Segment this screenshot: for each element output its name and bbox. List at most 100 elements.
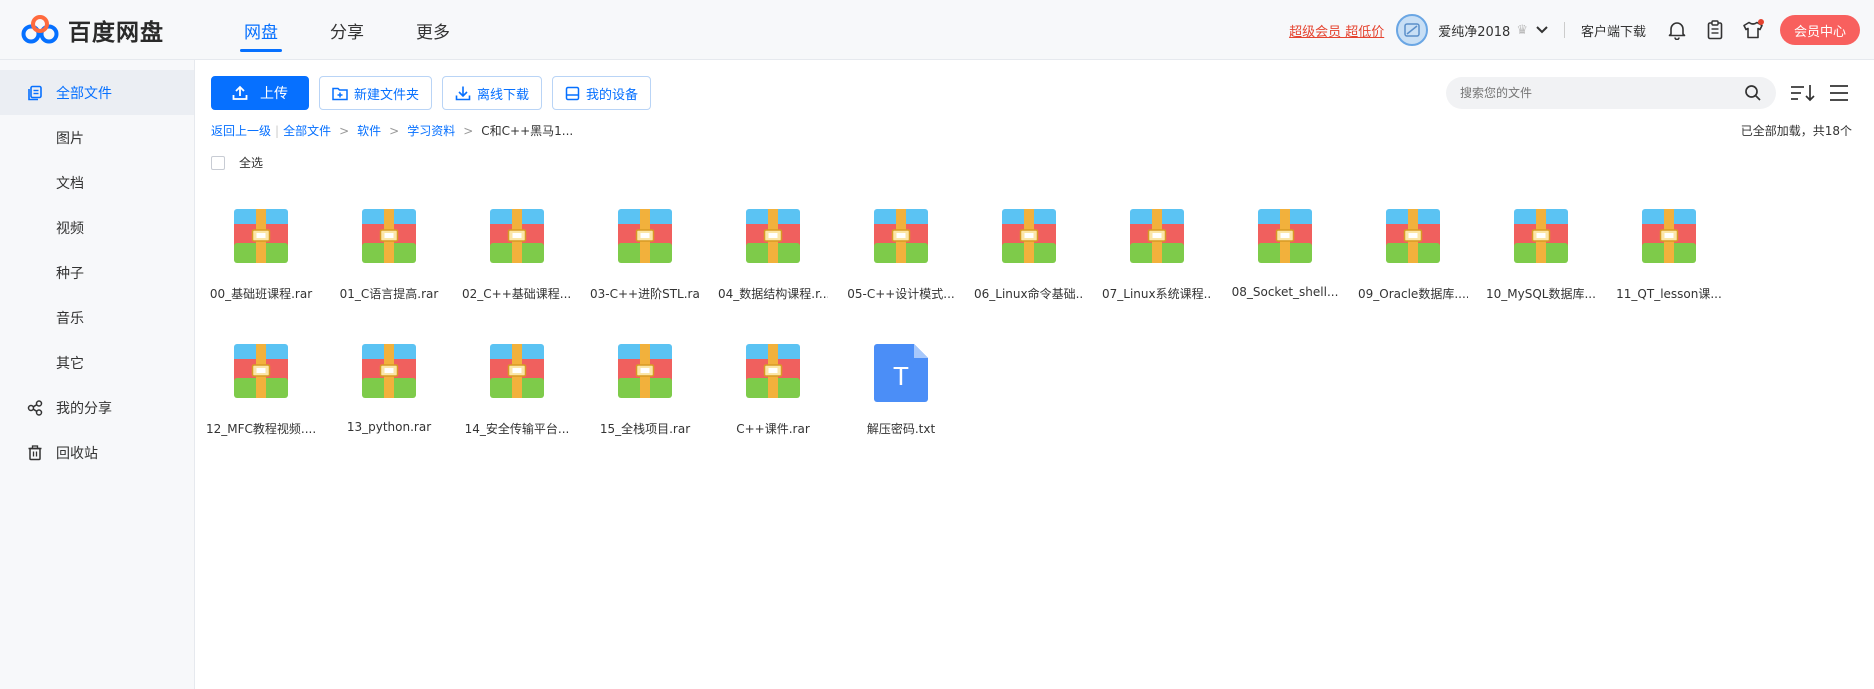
rar-archive-icon xyxy=(1258,209,1312,263)
file-item[interactable]: 06_Linux命令基础.... xyxy=(974,203,1084,323)
search-icon[interactable] xyxy=(1744,84,1762,102)
sidebar-item-recycle-bin[interactable]: 回收站 xyxy=(0,430,194,475)
offline-download-label: 离线下载 xyxy=(477,87,530,103)
baidu-netdisk-logo[interactable]: 百度网盘 xyxy=(20,12,164,48)
sidebar-item-music[interactable]: 音乐 xyxy=(0,295,194,340)
rar-archive-icon xyxy=(490,209,544,263)
my-devices-label: 我的设备 xyxy=(586,87,639,103)
sidebar-item-all-files[interactable]: 全部文件 xyxy=(0,70,194,115)
breadcrumb-separator: > xyxy=(463,123,474,138)
select-all-checkbox[interactable] xyxy=(211,155,225,170)
sidebar-item-images[interactable]: 图片 xyxy=(0,115,194,160)
sidebar-item-documents[interactable]: 文档 xyxy=(0,160,194,205)
nav-more[interactable]: 更多 xyxy=(390,0,476,60)
file-item[interactable]: 11_QT_lesson课... xyxy=(1614,203,1724,323)
file-item[interactable]: 13_python.rar xyxy=(334,338,444,458)
notification-dot xyxy=(1758,19,1764,25)
file-item[interactable]: 04_数据结构课程.r... xyxy=(718,203,828,323)
all-files-icon xyxy=(26,84,44,102)
file-item[interactable]: 09_Oracle数据库.... xyxy=(1358,203,1468,323)
username[interactable]: 爱纯净2018 xyxy=(1438,21,1510,40)
file-name: 13_python.rar xyxy=(346,420,432,434)
file-name: 07_Linux系统课程.... xyxy=(1102,287,1212,301)
rar-archive-icon xyxy=(1130,209,1184,263)
sidebar: 全部文件 图片 文档 视频 种子 音乐 其它 我的分享 回收站 xyxy=(0,60,195,689)
my-devices-button[interactable]: 我的设备 xyxy=(552,76,652,110)
sidebar-item-my-shares[interactable]: 我的分享 xyxy=(0,385,194,430)
file-item[interactable]: 12_MFC教程视频.... xyxy=(206,338,316,458)
rar-archive-icon xyxy=(362,209,416,263)
file-item[interactable]: 03-C++进阶STL.rar xyxy=(590,203,700,323)
search-input[interactable] xyxy=(1446,77,1776,109)
rar-archive-icon xyxy=(874,209,928,263)
sidebar-item-videos[interactable]: 视频 xyxy=(0,205,194,250)
new-folder-icon xyxy=(332,87,348,100)
file-item[interactable]: 08_Socket_shell... xyxy=(1230,203,1340,323)
file-name: 00_基础班课程.rar xyxy=(209,287,313,301)
breadcrumb-separator: > xyxy=(339,123,350,138)
sort-icon[interactable] xyxy=(1790,82,1816,104)
bell-icon[interactable] xyxy=(1666,19,1688,41)
file-item[interactable]: 01_C语言提高.rar xyxy=(334,203,444,323)
rar-archive-icon xyxy=(1002,209,1056,263)
header-right: 超级会员 超低价 爱纯净2018 ♛ 客户端下载 会员中心 xyxy=(1289,0,1874,60)
nav-netdisk[interactable]: 网盘 xyxy=(218,0,304,60)
file-name: 12_MFC教程视频.... xyxy=(206,422,316,436)
file-name: C++课件.rar xyxy=(736,422,810,436)
new-folder-label: 新建文件夹 xyxy=(354,87,420,103)
main-content: 上传 新建文件夹 离线下载 我的设备 搜索您的文件 返回上一级 | 全部文件 >… xyxy=(196,60,1874,689)
file-name: 09_Oracle数据库.... xyxy=(1358,287,1468,301)
rar-archive-icon xyxy=(1514,209,1568,263)
sidebar-item-torrents[interactable]: 种子 xyxy=(0,250,194,295)
rar-archive-icon xyxy=(1642,209,1696,263)
file-name: 11_QT_lesson课... xyxy=(1616,287,1722,301)
top-header: 百度网盘 网盘 分享 更多 超级会员 超低价 爱纯净2018 ♛ 客户端下载 会… xyxy=(0,0,1874,60)
client-download-link[interactable]: 客户端下载 xyxy=(1581,21,1646,40)
select-all[interactable]: 全选 xyxy=(211,154,263,171)
breadcrumb-divider: | xyxy=(275,123,280,138)
sidebar-item-others[interactable]: 其它 xyxy=(0,340,194,385)
file-item[interactable]: 15_全栈项目.rar xyxy=(590,338,700,458)
cloud-logo-icon xyxy=(21,15,59,44)
file-item[interactable]: T 解压密码.txt xyxy=(846,338,956,458)
file-name: 03-C++进阶STL.rar xyxy=(590,287,700,301)
file-item[interactable]: 00_基础班课程.rar xyxy=(206,203,316,323)
file-item[interactable]: 07_Linux系统课程.... xyxy=(1102,203,1212,323)
txt-file-icon: T xyxy=(874,344,928,402)
breadcrumb-study-materials[interactable]: 学习资料 xyxy=(407,122,455,139)
list-view-icon[interactable] xyxy=(1828,82,1850,104)
file-name: 解压密码.txt xyxy=(866,422,936,436)
vip-crown-icon: ♛ xyxy=(1516,22,1528,38)
avatar-placeholder-icon xyxy=(1404,23,1420,37)
file-name: 02_C++基础课程.... xyxy=(462,287,572,301)
sidebar-item-label: 我的分享 xyxy=(56,400,112,417)
offline-download-button[interactable]: 离线下载 xyxy=(442,76,543,110)
file-item[interactable]: 10_MySQL数据库.... xyxy=(1486,203,1596,323)
vip-center-button[interactable]: 会员中心 xyxy=(1780,15,1860,45)
new-folder-button[interactable]: 新建文件夹 xyxy=(319,76,433,110)
nav-share[interactable]: 分享 xyxy=(304,0,390,60)
logo-text: 百度网盘 xyxy=(68,20,164,46)
breadcrumb-software[interactable]: 软件 xyxy=(357,122,381,139)
clipboard-icon[interactable] xyxy=(1704,19,1726,41)
chevron-down-icon[interactable] xyxy=(1536,23,1548,38)
upload-button[interactable]: 上传 xyxy=(211,76,309,110)
breadcrumb-all-files[interactable]: 全部文件 xyxy=(283,122,331,139)
rar-archive-icon xyxy=(234,344,288,398)
file-item[interactable]: 02_C++基础课程.... xyxy=(462,203,572,323)
sidebar-item-label: 回收站 xyxy=(56,445,98,462)
super-vip-link[interactable]: 超级会员 超低价 xyxy=(1289,21,1384,40)
rar-archive-icon xyxy=(746,209,800,263)
file-item[interactable]: C++课件.rar xyxy=(718,338,828,458)
file-item[interactable]: 14_安全传输平台... xyxy=(462,338,572,458)
download-icon xyxy=(455,86,471,101)
breadcrumb-back[interactable]: 返回上一级 xyxy=(211,122,271,139)
file-item[interactable]: 05-C++设计模式... xyxy=(846,203,956,323)
tshirt-icon[interactable] xyxy=(1742,19,1764,41)
avatar[interactable] xyxy=(1396,14,1429,46)
breadcrumb-separator: > xyxy=(389,123,400,138)
file-name: 08_Socket_shell... xyxy=(1231,285,1339,299)
share-icon xyxy=(26,399,44,417)
device-icon xyxy=(565,86,580,100)
rar-archive-icon xyxy=(234,209,288,263)
